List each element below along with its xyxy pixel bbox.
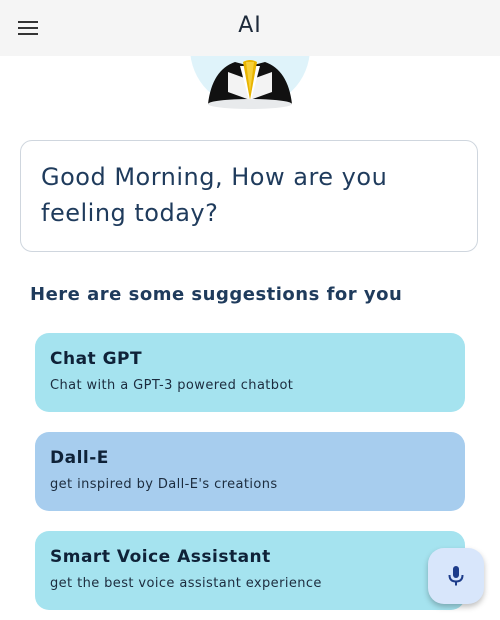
suggestion-card-smart-voice-assistant[interactable]: Smart Voice Assistant get the best voice… [35,531,465,610]
suggestion-subtitle: get the best voice assistant experience [50,576,322,591]
voice-input-button[interactable] [428,548,484,604]
suggestion-card-dall-e[interactable]: Dall-E get inspired by Dall-E's creation… [35,432,465,511]
suggestion-card-chat-gpt[interactable]: Chat GPT Chat with a GPT-3 powered chatb… [35,333,465,412]
suggestion-title: Chat GPT [50,349,143,369]
greeting-card: Good Morning, How are you feeling today? [20,140,478,252]
app-bar: AI [0,0,500,56]
suggestion-title: Smart Voice Assistant [50,547,271,567]
app-title: AI [238,13,262,38]
suggestion-subtitle: get inspired by Dall-E's creations [50,477,278,492]
suggestion-subtitle: Chat with a GPT-3 powered chatbot [50,378,294,393]
microphone-icon [448,566,464,586]
suggestions-heading: Here are some suggestions for you [30,284,403,305]
suggestion-title: Dall-E [50,448,109,468]
greeting-text: Good Morning, How are you feeling today? [41,163,388,227]
